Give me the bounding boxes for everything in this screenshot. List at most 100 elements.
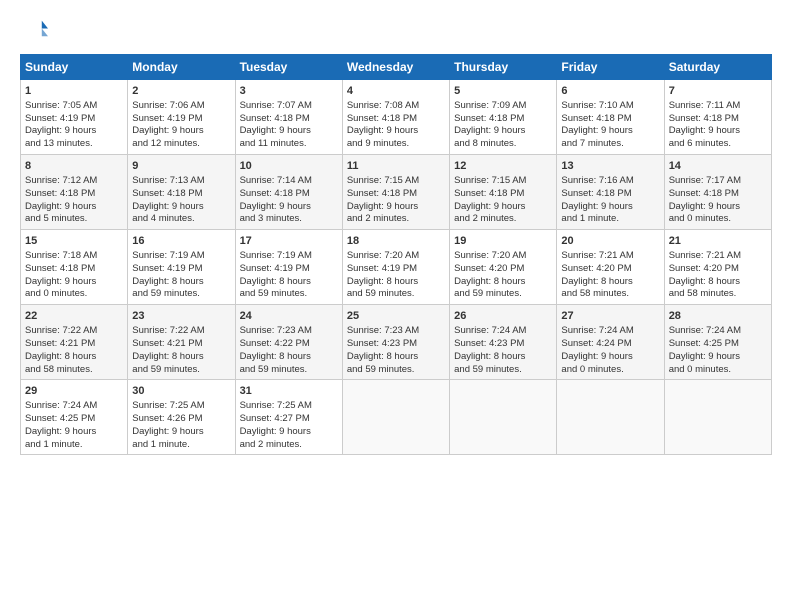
day-info: Daylight: 9 hours	[132, 426, 230, 439]
day-info: and 2 minutes.	[454, 213, 552, 226]
day-info: Sunrise: 7:20 AM	[454, 250, 552, 263]
calendar-cell: 25Sunrise: 7:23 AMSunset: 4:23 PMDayligh…	[342, 305, 449, 380]
day-number: 22	[25, 309, 123, 324]
day-info: Daylight: 9 hours	[347, 125, 445, 138]
week-row-4: 22Sunrise: 7:22 AMSunset: 4:21 PMDayligh…	[21, 305, 772, 380]
day-info: Sunrise: 7:25 AM	[132, 400, 230, 413]
day-info: Sunrise: 7:19 AM	[132, 250, 230, 263]
day-info: Sunset: 4:18 PM	[669, 113, 767, 126]
day-number: 8	[25, 159, 123, 174]
day-info: Sunset: 4:19 PM	[347, 263, 445, 276]
day-info: Sunrise: 7:21 AM	[669, 250, 767, 263]
day-info: and 8 minutes.	[454, 138, 552, 151]
day-info: and 12 minutes.	[132, 138, 230, 151]
day-info: Sunset: 4:20 PM	[454, 263, 552, 276]
calendar-cell: 8Sunrise: 7:12 AMSunset: 4:18 PMDaylight…	[21, 155, 128, 230]
week-row-3: 15Sunrise: 7:18 AMSunset: 4:18 PMDayligh…	[21, 230, 772, 305]
calendar-cell: 30Sunrise: 7:25 AMSunset: 4:26 PMDayligh…	[128, 380, 235, 455]
day-info: Sunset: 4:20 PM	[561, 263, 659, 276]
day-number: 2	[132, 84, 230, 99]
day-info: and 59 minutes.	[240, 288, 338, 301]
header-cell-thursday: Thursday	[450, 55, 557, 80]
day-info: Daylight: 8 hours	[240, 276, 338, 289]
day-info: Sunrise: 7:12 AM	[25, 175, 123, 188]
day-info: and 59 minutes.	[454, 288, 552, 301]
day-number: 14	[669, 159, 767, 174]
day-info: Sunrise: 7:05 AM	[25, 100, 123, 113]
day-info: and 59 minutes.	[347, 364, 445, 377]
day-number: 16	[132, 234, 230, 249]
day-info: Daylight: 9 hours	[669, 351, 767, 364]
day-info: Sunrise: 7:15 AM	[454, 175, 552, 188]
day-info: Sunset: 4:25 PM	[25, 413, 123, 426]
day-number: 28	[669, 309, 767, 324]
calendar-table: SundayMondayTuesdayWednesdayThursdayFrid…	[20, 54, 772, 455]
day-info: Daylight: 8 hours	[132, 276, 230, 289]
calendar-cell: 15Sunrise: 7:18 AMSunset: 4:18 PMDayligh…	[21, 230, 128, 305]
day-info: Sunrise: 7:19 AM	[240, 250, 338, 263]
calendar-cell: 16Sunrise: 7:19 AMSunset: 4:19 PMDayligh…	[128, 230, 235, 305]
day-info: Daylight: 8 hours	[347, 276, 445, 289]
day-info: Sunrise: 7:07 AM	[240, 100, 338, 113]
day-number: 1	[25, 84, 123, 99]
day-number: 23	[132, 309, 230, 324]
calendar-cell: 9Sunrise: 7:13 AMSunset: 4:18 PMDaylight…	[128, 155, 235, 230]
day-info: Daylight: 9 hours	[240, 125, 338, 138]
day-number: 6	[561, 84, 659, 99]
day-info: Daylight: 9 hours	[240, 201, 338, 214]
calendar-cell: 21Sunrise: 7:21 AMSunset: 4:20 PMDayligh…	[664, 230, 771, 305]
day-info: Sunrise: 7:17 AM	[669, 175, 767, 188]
calendar-cell	[450, 380, 557, 455]
calendar-cell: 1Sunrise: 7:05 AMSunset: 4:19 PMDaylight…	[21, 80, 128, 155]
day-info: Daylight: 9 hours	[669, 201, 767, 214]
day-info: Daylight: 9 hours	[561, 201, 659, 214]
calendar-cell: 31Sunrise: 7:25 AMSunset: 4:27 PMDayligh…	[235, 380, 342, 455]
day-info: Sunrise: 7:09 AM	[454, 100, 552, 113]
day-number: 4	[347, 84, 445, 99]
day-info: Daylight: 9 hours	[454, 125, 552, 138]
day-info: and 2 minutes.	[347, 213, 445, 226]
day-number: 24	[240, 309, 338, 324]
day-info: and 58 minutes.	[561, 288, 659, 301]
day-info: Daylight: 9 hours	[25, 125, 123, 138]
day-info: Sunset: 4:19 PM	[25, 113, 123, 126]
day-number: 12	[454, 159, 552, 174]
day-number: 25	[347, 309, 445, 324]
calendar-cell: 17Sunrise: 7:19 AMSunset: 4:19 PMDayligh…	[235, 230, 342, 305]
day-info: and 59 minutes.	[454, 364, 552, 377]
day-info: and 4 minutes.	[132, 213, 230, 226]
day-info: and 59 minutes.	[132, 288, 230, 301]
day-info: and 5 minutes.	[25, 213, 123, 226]
calendar-cell	[664, 380, 771, 455]
day-info: Sunset: 4:23 PM	[347, 338, 445, 351]
day-number: 29	[25, 384, 123, 399]
calendar-cell: 23Sunrise: 7:22 AMSunset: 4:21 PMDayligh…	[128, 305, 235, 380]
header-row: SundayMondayTuesdayWednesdayThursdayFrid…	[21, 55, 772, 80]
day-info: Sunrise: 7:24 AM	[25, 400, 123, 413]
day-info: Daylight: 9 hours	[454, 201, 552, 214]
calendar-cell: 28Sunrise: 7:24 AMSunset: 4:25 PMDayligh…	[664, 305, 771, 380]
day-info: Daylight: 9 hours	[25, 201, 123, 214]
header-cell-saturday: Saturday	[664, 55, 771, 80]
week-row-2: 8Sunrise: 7:12 AMSunset: 4:18 PMDaylight…	[21, 155, 772, 230]
calendar-cell: 29Sunrise: 7:24 AMSunset: 4:25 PMDayligh…	[21, 380, 128, 455]
calendar-cell: 18Sunrise: 7:20 AMSunset: 4:19 PMDayligh…	[342, 230, 449, 305]
day-info: Sunset: 4:18 PM	[240, 113, 338, 126]
day-info: Sunset: 4:18 PM	[561, 188, 659, 201]
day-info: Sunset: 4:18 PM	[669, 188, 767, 201]
day-info: and 59 minutes.	[132, 364, 230, 377]
calendar-cell: 11Sunrise: 7:15 AMSunset: 4:18 PMDayligh…	[342, 155, 449, 230]
calendar-cell: 5Sunrise: 7:09 AMSunset: 4:18 PMDaylight…	[450, 80, 557, 155]
day-info: Daylight: 8 hours	[240, 351, 338, 364]
day-info: Sunrise: 7:11 AM	[669, 100, 767, 113]
day-number: 21	[669, 234, 767, 249]
day-number: 15	[25, 234, 123, 249]
calendar-body: 1Sunrise: 7:05 AMSunset: 4:19 PMDaylight…	[21, 80, 772, 455]
day-info: and 6 minutes.	[669, 138, 767, 151]
calendar-cell	[342, 380, 449, 455]
day-info: and 9 minutes.	[347, 138, 445, 151]
day-info: Sunrise: 7:10 AM	[561, 100, 659, 113]
calendar-cell: 13Sunrise: 7:16 AMSunset: 4:18 PMDayligh…	[557, 155, 664, 230]
calendar-cell: 14Sunrise: 7:17 AMSunset: 4:18 PMDayligh…	[664, 155, 771, 230]
day-info: Daylight: 9 hours	[240, 426, 338, 439]
